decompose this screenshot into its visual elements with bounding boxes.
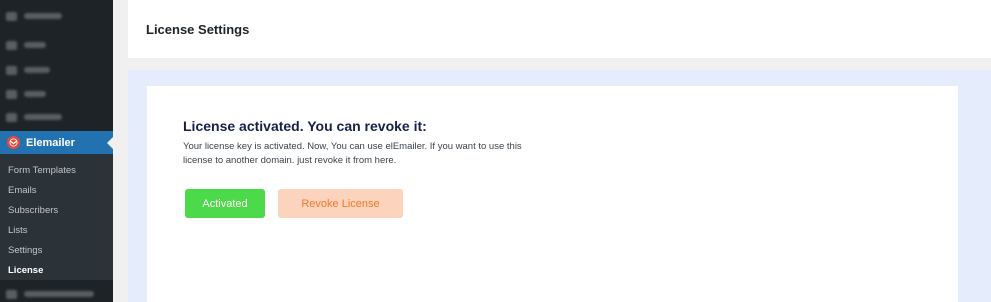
page-title: License Settings (146, 21, 250, 37)
submenu-item-emails[interactable]: Emails (0, 181, 113, 201)
sidebar-item-blurred[interactable] (6, 11, 62, 21)
revoke-license-button[interactable]: Revoke License (278, 189, 403, 218)
pages-icon (6, 89, 17, 99)
license-card: License activated. You can revoke it: Yo… (147, 86, 958, 302)
submenu-item-form-templates[interactable]: Form Templates (0, 161, 113, 181)
sidebar-item-blurred[interactable] (0, 286, 113, 302)
dashboard-icon (6, 11, 17, 21)
submenu-item-settings[interactable]: Settings (0, 241, 113, 261)
menu-icon (6, 289, 17, 299)
comments-icon (6, 112, 17, 122)
sidebar-item-elemailer[interactable]: Elemailer (0, 131, 113, 154)
submenu-item-subscribers[interactable]: Subscribers (0, 201, 113, 221)
license-status-description: Your license key is activated. Now, You … (183, 141, 522, 166)
sidebar-item-blurred[interactable] (6, 112, 62, 122)
media-icon (6, 65, 17, 75)
sidebar-item-blurred[interactable] (6, 89, 46, 99)
active-menu-pointer (107, 137, 113, 149)
submenu-item-lists[interactable]: Lists (0, 221, 113, 241)
sidebar-item-blurred[interactable] (6, 65, 50, 75)
submenu-item-license[interactable]: License (0, 261, 113, 281)
page-header: License Settings (128, 0, 991, 58)
sidebar-item-blurred[interactable] (6, 40, 46, 50)
pin-icon (6, 40, 17, 50)
elemailer-submenu: Form Templates Emails Subscribers Lists … (0, 154, 113, 280)
sidebar-item-label: Elemailer (26, 136, 75, 149)
license-status-title: License activated. You can revoke it: (183, 118, 427, 134)
activated-button[interactable]: Activated (185, 189, 265, 218)
elemailer-logo-icon (7, 136, 20, 149)
